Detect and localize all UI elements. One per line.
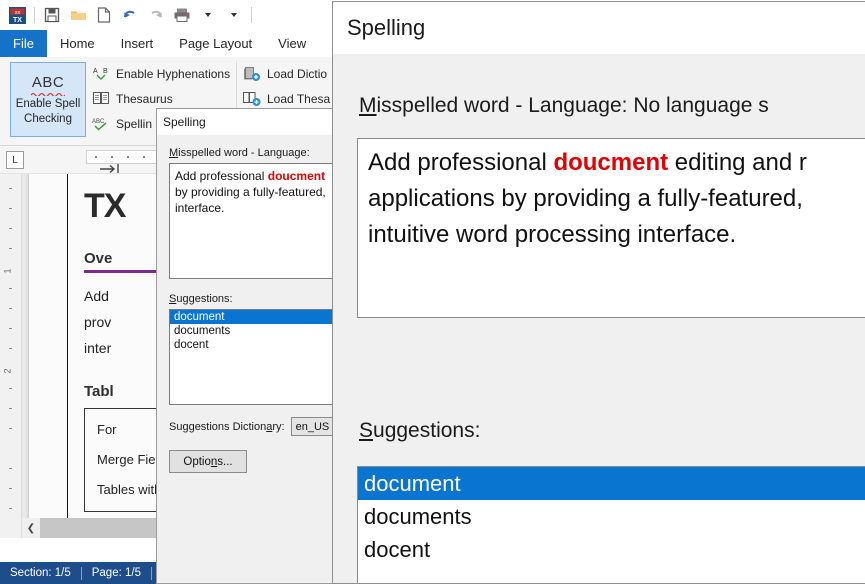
quick-access-toolbar: xxTX <box>0 0 345 30</box>
svg-text:TX: TX <box>13 17 22 24</box>
suggestion-item[interactable]: docent <box>358 533 865 566</box>
text-before: Add professional <box>368 149 553 176</box>
text-after: editing and r <box>668 149 807 176</box>
spelling-dialog-background-title: Spelling <box>157 109 334 135</box>
tab-stop-selector[interactable]: L <box>6 151 24 169</box>
tab-insert-label: Insert <box>121 36 154 51</box>
suggestions-list-small[interactable]: document documents docent <box>169 309 334 405</box>
book-icon <box>92 90 110 108</box>
tab-insert[interactable]: Insert <box>108 30 167 57</box>
enable-hyphenations-button[interactable]: AB Enable Hyphenations <box>92 61 232 86</box>
redo-icon <box>143 3 169 27</box>
spelling-dialog[interactable]: Spelling Misspelled word - Language: No … <box>332 1 865 584</box>
spelling-dialog-title: Spelling <box>333 2 865 54</box>
spellcheck-icon: ABC <box>92 115 110 133</box>
misspelled-label-text: isspelled word - Language: No language s <box>377 94 769 117</box>
toolbar-divider-2 <box>251 7 252 23</box>
enable-spell-checking-button[interactable]: ABC Enable Spell Checking <box>10 62 86 137</box>
misspelled-text-box-small[interactable]: Add professional doucment by providing a… <box>169 163 334 279</box>
open-folder-icon[interactable] <box>65 3 91 27</box>
spelling-dialog-body: Misspelled word - Language: No language … <box>333 54 865 583</box>
hyphenation-icon: AB <box>92 65 110 83</box>
misspelled-word-small: doucment <box>268 169 325 183</box>
toolbar-divider <box>34 7 35 23</box>
suggestions-label-text-small: uggestions: <box>176 293 232 305</box>
status-section: Section: 1/5 <box>0 567 81 579</box>
suggestions-accesskey: S <box>359 419 373 442</box>
application-window: xxTX File Home Insert Page Layout View <box>0 0 865 584</box>
options-prefix-small: Optio <box>183 456 211 468</box>
print-icon[interactable] <box>169 3 195 27</box>
suggestions-list[interactable]: document documents docent <box>357 466 865 584</box>
svg-text:ABC: ABC <box>92 119 105 125</box>
suggestions-label-small: Suggestions: <box>169 293 334 305</box>
suggestion-item[interactable]: documents <box>358 500 865 533</box>
suggestions-label: Suggestions: <box>359 419 480 443</box>
misspelled-word-label: Misspelled word - Language: No language … <box>359 94 769 118</box>
misspelled-accesskey: M <box>359 94 377 117</box>
dictionary-row-small: Suggestions Dictionary: en_US <box>169 417 334 436</box>
text-line3: intuitive word processing interface. <box>368 221 736 248</box>
misspelled-accesskey-small: M <box>169 147 178 159</box>
load-thesaurus-icon <box>243 90 261 108</box>
misspelled-text-box[interactable]: Add professional doucment editing and r … <box>357 138 865 318</box>
enable-hyphenations-label: Enable Hyphenations <box>116 67 230 81</box>
tab-home[interactable]: Home <box>47 30 108 57</box>
load-dictionary-label: Load Dictio <box>267 67 327 81</box>
svg-text:xx: xx <box>14 10 20 16</box>
enable-spell-checking-line1: Enable Spell <box>16 98 81 111</box>
misspelled-label-text-small: isspelled word - Language: <box>178 147 309 159</box>
spelling-label: Spellin <box>116 117 152 131</box>
dictionary-label-suffix-small: ry: <box>272 421 284 433</box>
ribbon-tabs: File Home Insert Page Layout View Refe <box>0 30 345 57</box>
tab-file-label: File <box>13 36 34 51</box>
tab-view[interactable]: View <box>265 30 319 57</box>
suggestion-item[interactable]: document <box>170 310 334 324</box>
tab-home-label: Home <box>60 36 95 51</box>
dictionary-label-small: Suggestions Dictionary: <box>169 421 285 433</box>
dictionary-select-small[interactable]: en_US <box>291 417 334 436</box>
tab-page-layout-label: Page Layout <box>179 36 252 51</box>
text-line2-small: by providing a fully-featured, <box>175 185 326 199</box>
text-line3-small: interface. <box>175 201 224 215</box>
toolbar-overflow-caret-icon[interactable] <box>221 3 247 27</box>
suggestion-item[interactable]: documents <box>170 324 334 338</box>
suggestion-item[interactable]: document <box>358 467 865 500</box>
spelling-dialog-background-body: Misspelled word - Language: Add professi… <box>157 135 334 583</box>
dictionary-value-small: en_US <box>296 421 330 433</box>
scroll-left-arrow-icon[interactable]: ❮ <box>22 518 40 538</box>
save-icon[interactable] <box>39 3 65 27</box>
tab-stop-selector-label: L <box>12 155 18 166</box>
status-page: Page: 1/5 <box>82 567 151 579</box>
print-dropdown-caret-icon[interactable] <box>195 3 221 27</box>
svg-text:B: B <box>103 68 108 75</box>
text-before-small: Add professional <box>175 169 268 183</box>
text-line2: applications by providing a fully-featur… <box>368 185 803 212</box>
suggestion-item[interactable]: docent <box>170 338 334 352</box>
squiggle-underline-icon <box>31 92 65 96</box>
options-button-small[interactable]: Options... <box>169 450 247 473</box>
vertical-ruler: 1 2 <box>0 174 22 538</box>
thesaurus-label: Thesaurus <box>116 92 173 106</box>
undo-icon[interactable] <box>117 3 143 27</box>
new-document-icon[interactable] <box>91 3 117 27</box>
misspelled-word: doucment <box>553 149 668 176</box>
svg-text:A: A <box>93 68 98 75</box>
abc-label: ABC <box>32 74 64 91</box>
suggestions-label-text: uggestions: <box>373 419 480 442</box>
load-thesaurus-label: Load Thesa <box>267 92 330 106</box>
dictionary-label-prefix-small: Suggestions Diction <box>169 421 266 433</box>
misspelled-word-label-small: Misspelled word - Language: <box>169 147 334 159</box>
tab-page-layout[interactable]: Page Layout <box>166 30 265 57</box>
spelling-dialog-background[interactable]: Spelling Misspelled word - Language: Add… <box>156 108 334 584</box>
load-dictionary-icon <box>243 65 261 83</box>
options-suffix-small: s... <box>217 456 232 468</box>
enable-spell-checking-line2: Checking <box>24 113 72 126</box>
app-logo-icon: xxTX <box>4 3 30 27</box>
tab-view-label: View <box>278 36 306 51</box>
tab-file[interactable]: File <box>0 30 47 57</box>
